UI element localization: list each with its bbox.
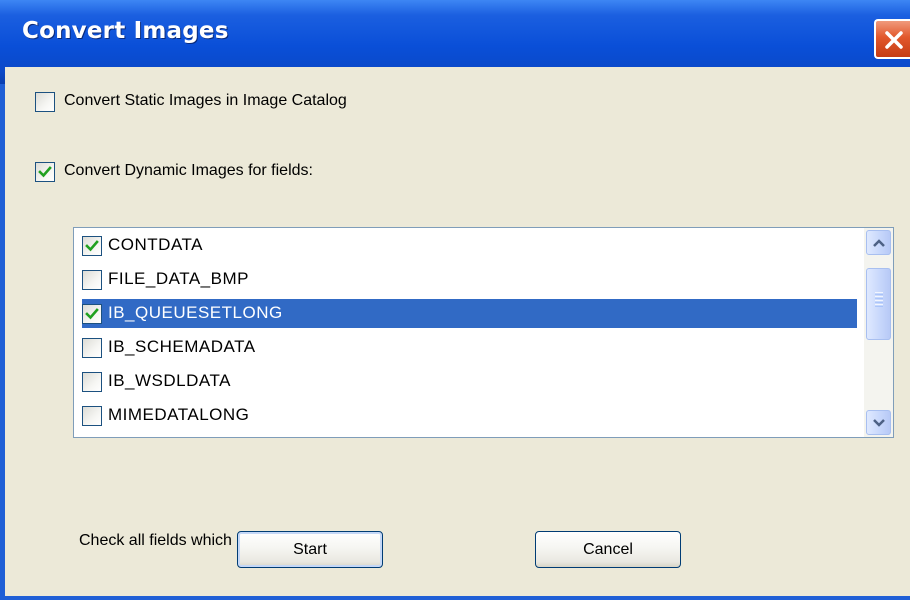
- list-item-checkbox[interactable]: [82, 406, 102, 426]
- chevron-down-icon: [873, 419, 885, 427]
- close-button[interactable]: [874, 19, 910, 59]
- list-item-label: IB_WSDLDATA: [108, 371, 231, 390]
- static-images-checkbox[interactable]: [35, 92, 55, 112]
- fields-listbox[interactable]: CONTDATA FILE_DATA_BMP IB_QUEUESETLONG IB_S…: [73, 227, 894, 438]
- dynamic-images-checkbox[interactable]: [35, 162, 55, 182]
- dialog-body: Convert Static Images in Image Catalog C…: [5, 67, 910, 596]
- checkmark-icon: [85, 240, 99, 252]
- list-item-checkbox[interactable]: [82, 338, 102, 358]
- static-images-label[interactable]: Convert Static Images in Image Catalog: [64, 92, 347, 110]
- list-item[interactable]: MIMEDATALONG: [82, 401, 857, 430]
- vertical-scrollbar[interactable]: [864, 228, 893, 437]
- convert-images-dialog: Convert Images Convert Static Images in …: [0, 0, 910, 600]
- scroll-down-button[interactable]: [866, 410, 891, 435]
- list-item[interactable]: IB_WSDLDATA: [82, 367, 857, 396]
- list-item-label: FILE_DATA_BMP: [108, 269, 249, 288]
- list-item-label: IB_SCHEMADATA: [108, 337, 256, 356]
- close-icon: [885, 31, 903, 49]
- list-item[interactable]: IB_SCHEMADATA: [82, 333, 857, 362]
- scroll-thumb[interactable]: [866, 268, 891, 340]
- list-item[interactable]: CONTDATA: [82, 231, 857, 260]
- list-item-label: MIMEDATALONG: [108, 405, 250, 424]
- dynamic-images-label[interactable]: Convert Dynamic Images for fields:: [64, 162, 313, 180]
- scroll-up-button[interactable]: [866, 230, 891, 255]
- grip-icon: [875, 292, 883, 307]
- checkmark-icon: [38, 166, 52, 178]
- list-item[interactable]: FILE_DATA_BMP: [82, 265, 857, 294]
- list-item-label: IB_QUEUESETLONG: [108, 303, 283, 322]
- cancel-button[interactable]: Cancel: [535, 531, 681, 568]
- chevron-up-icon: [873, 239, 885, 247]
- list-item-checkbox[interactable]: [82, 372, 102, 392]
- list-item-checkbox[interactable]: [82, 270, 102, 290]
- start-button[interactable]: Start: [237, 531, 383, 568]
- list-item-checkbox[interactable]: [82, 304, 102, 324]
- list-item-checkbox[interactable]: [82, 236, 102, 256]
- list-item[interactable]: IB_QUEUESETLONG: [82, 299, 857, 328]
- list-item[interactable]: PTPPB_DTTM: [82, 435, 857, 437]
- checkmark-icon: [85, 308, 99, 320]
- list-item-label: CONTDATA: [108, 235, 203, 254]
- window-title: Convert Images: [22, 18, 229, 44]
